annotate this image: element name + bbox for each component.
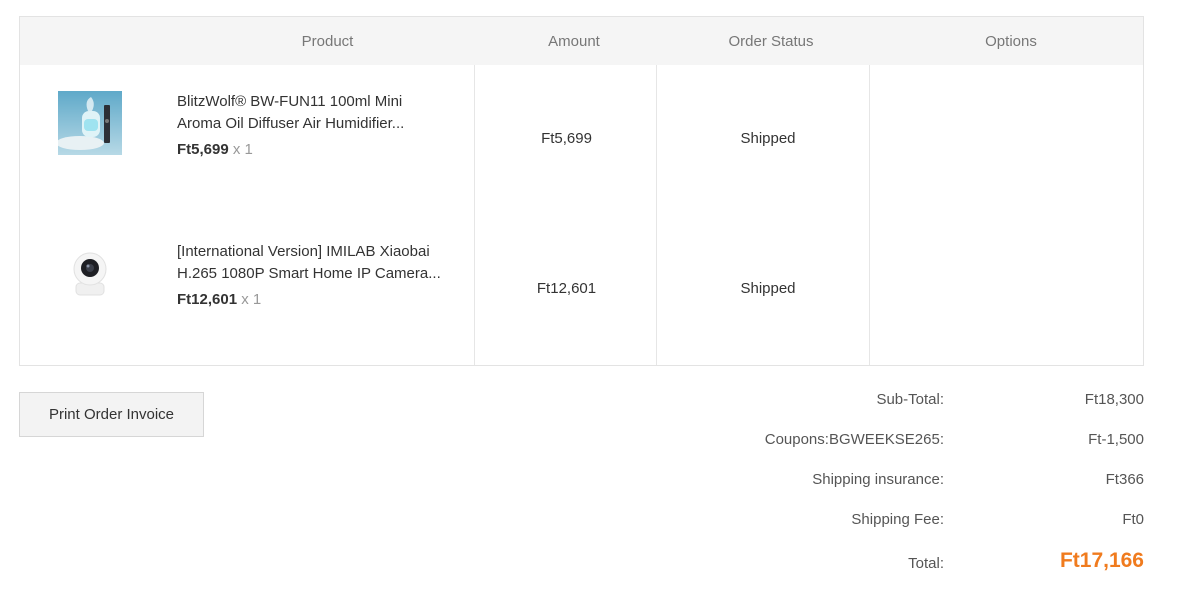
shipping-fee-label: Shipping Fee: <box>851 511 944 528</box>
ip-camera-image[interactable] <box>58 241 122 305</box>
product-name-line[interactable]: BlitzWolf® BW-FUN11 100ml Mini <box>177 91 457 113</box>
amount-cell: Ft5,699 <box>541 130 592 147</box>
unit-price: Ft12,601 <box>177 291 238 308</box>
subtotal-label: Sub-Total: <box>876 391 944 408</box>
total-label: Total: <box>908 555 944 572</box>
humidifier-image[interactable] <box>56 91 122 155</box>
order-items-table: Product Amount Order Status Options Blit… <box>19 16 1144 366</box>
header-product: Product <box>301 33 354 50</box>
product-price: Ft5,699 x 1 <box>177 140 253 160</box>
product-name[interactable]: BlitzWolf® BW-FUN11 100ml Mini Aroma Oil… <box>177 91 457 135</box>
table-row: [International Version] IMILAB Xiaobai H… <box>20 215 1143 365</box>
table-header: Product Amount Order Status Options <box>20 17 1143 65</box>
total-value: Ft17,166 <box>1059 549 1144 572</box>
coupon-label: Coupons:BGWEEKSE265: <box>764 431 944 448</box>
shipping-fee-value: Ft0 <box>1122 511 1144 528</box>
coupon-value: Ft-1,500 <box>1088 431 1144 448</box>
order-status-cell: Shipped <box>740 130 796 147</box>
header-options: Options <box>985 33 1037 50</box>
order-status-cell: Shipped <box>740 280 796 297</box>
amount-cell: Ft12,601 <box>536 280 597 297</box>
product-name-line[interactable]: H.265 1080P Smart Home IP Camera... <box>177 263 457 285</box>
product-name-line[interactable]: [International Version] IMILAB Xiaobai <box>177 241 457 263</box>
unit-price: Ft5,699 <box>177 141 229 158</box>
shipping-insurance-value: Ft366 <box>1105 471 1144 488</box>
header-order-status: Order Status <box>728 33 814 50</box>
table-row: BlitzWolf® BW-FUN11 100ml Mini Aroma Oil… <box>20 65 1143 215</box>
print-order-invoice-button[interactable]: Print Order Invoice <box>19 392 204 437</box>
shipping-insurance-label: Shipping insurance: <box>812 471 944 488</box>
product-price: Ft12,601 x 1 <box>177 290 261 310</box>
quantity: x 1 <box>241 291 262 308</box>
quantity: x 1 <box>232 141 253 158</box>
subtotal-value: Ft18,300 <box>1084 391 1144 408</box>
product-name-line[interactable]: Aroma Oil Diffuser Air Humidifier... <box>177 113 457 135</box>
product-name[interactable]: [International Version] IMILAB Xiaobai H… <box>177 241 457 285</box>
header-amount: Amount <box>548 33 600 50</box>
